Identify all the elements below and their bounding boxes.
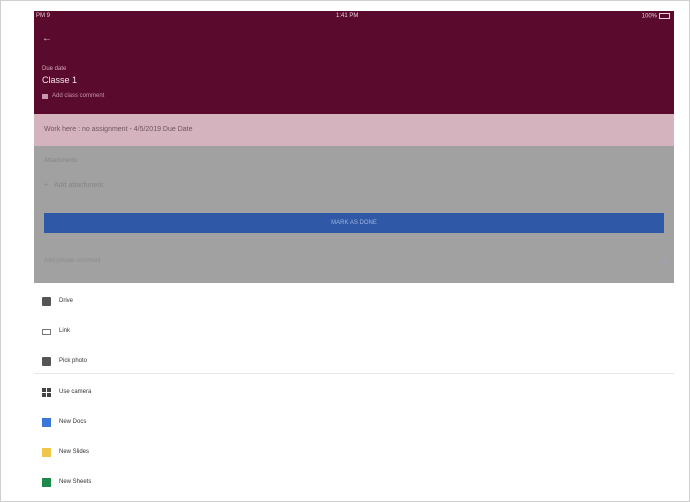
sheet-item-label: New Docs — [59, 419, 87, 425]
camera-icon — [42, 387, 51, 397]
sheet-item-pick-photo[interactable]: Pick photo — [34, 346, 674, 376]
plus-icon: + — [44, 182, 49, 189]
sheet-item-new-docs[interactable]: New Docs — [34, 407, 674, 437]
sheet-item-label: New Sheets — [59, 479, 92, 485]
comment-icon — [42, 93, 48, 99]
assignment-header: PM 9 1:41 PM 100% ← Due date Classe 1 Ad… — [34, 11, 674, 114]
link-icon — [42, 328, 51, 335]
attachments-label: Attachments — [44, 158, 78, 164]
back-arrow-icon[interactable]: ← — [42, 33, 56, 45]
status-time: 1:41 PM — [336, 13, 359, 19]
mark-as-done-button[interactable]: MARK AS DONE — [44, 213, 664, 233]
add-attachment-label: Add attachment — [54, 182, 104, 189]
sheet-item-label: Link — [59, 328, 71, 334]
drive-icon — [42, 296, 51, 306]
sheet-divider — [34, 373, 674, 374]
battery-percent: 100% — [641, 13, 657, 20]
status-carrier: PM 9 — [36, 13, 51, 19]
sheet-item-label: Use camera — [59, 389, 92, 395]
sheet-item-label: New Slides — [59, 449, 90, 455]
add-attachment-button[interactable]: + Add attachment — [44, 182, 103, 189]
sheet-item-new-sheets[interactable]: New Sheets — [34, 467, 674, 497]
private-comment-input[interactable]: Add private comment — [44, 258, 101, 264]
sheet-item-drive[interactable]: Drive — [34, 286, 674, 316]
send-icon[interactable]: ▷ — [664, 256, 670, 265]
app-screen: PM 9 1:41 PM 100% ← Due date Classe 1 Ad… — [34, 11, 674, 501]
attach-bottom-sheet: Drive Link Pick photo Use camera New Doc… — [34, 283, 674, 501]
dimmed-content: Attachments + Add attachment MARK AS DONE… — [34, 146, 674, 283]
class-title: Classe 1 — [42, 75, 78, 85]
slides-icon — [42, 447, 51, 457]
sheet-item-use-camera[interactable]: Use camera — [34, 377, 674, 407]
assignment-banner: Work here : no assignment - 4/5/2019 Due… — [34, 114, 674, 146]
sheet-item-label: Drive — [59, 298, 74, 304]
class-comment-label: Add class comment — [52, 93, 105, 99]
sheet-item-new-slides[interactable]: New Slides — [34, 437, 674, 467]
due-label: Due date — [42, 66, 67, 72]
status-battery: 100% — [642, 13, 670, 20]
battery-icon — [659, 13, 670, 19]
sheet-item-label: Pick photo — [59, 358, 88, 364]
sheets-icon — [42, 477, 51, 487]
class-comment-link[interactable]: Add class comment — [42, 93, 104, 99]
device-frame: PM 9 1:41 PM 100% ← Due date Classe 1 Ad… — [0, 0, 690, 502]
banner-text: Work here : no assignment - 4/5/2019 Due… — [44, 126, 193, 133]
photo-icon — [42, 356, 51, 366]
sheet-item-link[interactable]: Link — [34, 316, 674, 346]
docs-icon — [42, 417, 51, 427]
